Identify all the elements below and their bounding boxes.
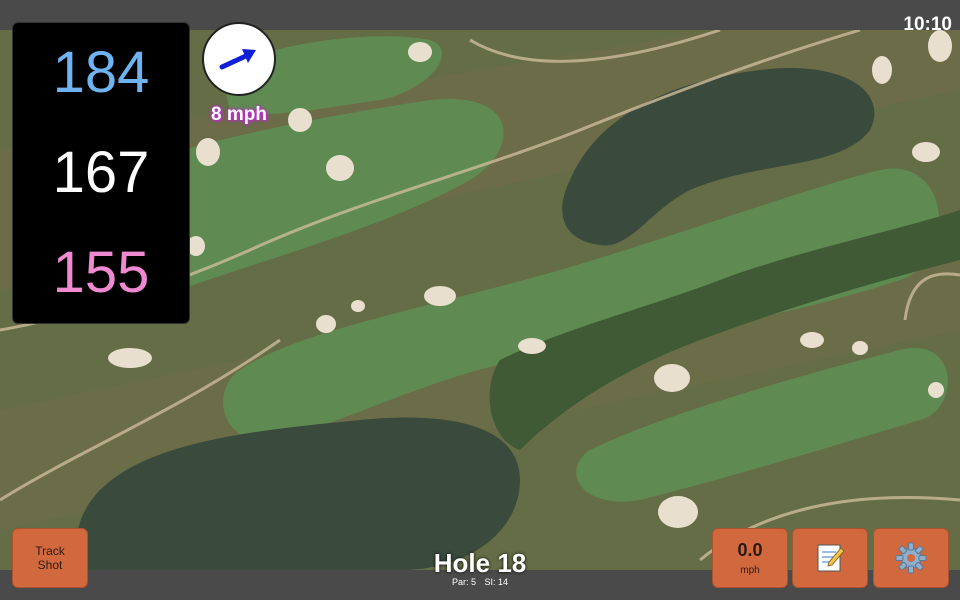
speed-button[interactable]: 0.0 mph [712, 528, 788, 588]
hole-stroke-index: SI: 14 [484, 577, 509, 587]
wind-speed-label: 8 mph [211, 104, 267, 125]
hole-title: Hole 18 [433, 548, 527, 578]
middle-distance: 167 [52, 140, 150, 205]
track-shot-button[interactable]: Track Shot [12, 528, 88, 588]
back-distance: 184 [52, 40, 150, 105]
speed-value: 0.0 [737, 540, 763, 560]
track-shot-label-line1: Track [35, 544, 65, 558]
gear-icon [895, 542, 927, 574]
distance-panel: 184 167 155 [12, 22, 190, 324]
wind-direction-dial [202, 22, 276, 96]
speed-unit: mph [740, 565, 760, 576]
settings-button[interactable] [873, 528, 949, 588]
track-shot-label-line2: Shot [37, 558, 63, 572]
hole-info: Par: 5 SI: 14 [380, 577, 580, 587]
front-distance: 155 [52, 240, 150, 305]
hole-par: Par: 5 [451, 577, 476, 587]
wind-arrow-icon [219, 49, 256, 70]
memo-icon [817, 544, 845, 572]
notes-button[interactable] [792, 528, 868, 588]
